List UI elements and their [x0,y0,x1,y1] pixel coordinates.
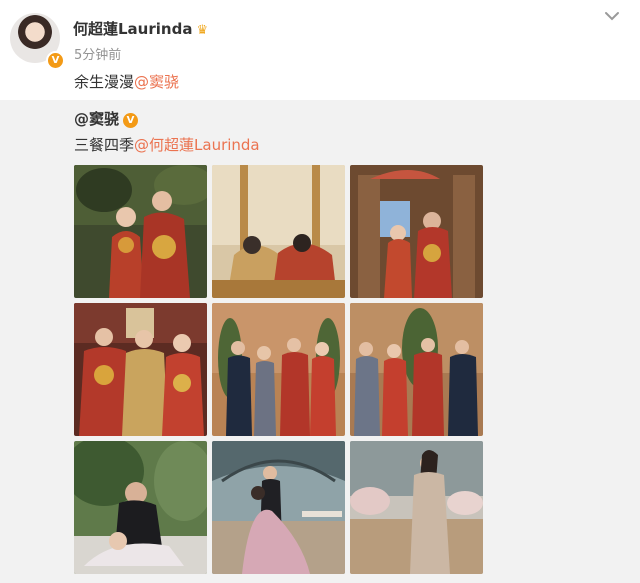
weibo-post: V 何超蓮Laurinda ♛ 5分钟前 余生漫漫@窦骁 [0,0,640,100]
repost-text: 三餐四季@何超蓮Laurinda [74,134,260,155]
wedding-photo-9[interactable] [350,441,483,574]
wedding-photo-1[interactable] [74,165,207,298]
repost-text-body: 三餐四季 [74,136,135,154]
post-time: 5分钟前 [74,48,122,63]
wedding-photo-5[interactable] [212,303,345,436]
crown-icon: ♛ [196,23,209,38]
wedding-photo-8[interactable] [212,441,345,574]
chevron-down-icon[interactable] [603,7,621,25]
post-text: 余生漫漫@窦骁 [74,71,179,92]
repost-mention-link[interactable]: @何超蓮Laurinda [134,136,260,154]
verified-badge-icon: V [123,113,139,128]
repost-author-name[interactable]: @窦骁 [74,110,119,128]
repost-author[interactable]: @窦骁 V [74,108,139,129]
wedding-photo-7[interactable] [74,441,207,574]
wedding-photo-2[interactable] [212,165,345,298]
post-mention-link[interactable]: @窦骁 [134,73,179,91]
verified-badge-icon: V [46,51,65,70]
wedding-photo-4[interactable] [74,303,207,436]
wedding-photo-6[interactable] [350,303,483,436]
post-author[interactable]: 何超蓮Laurinda ♛ [73,18,208,39]
wedding-photo-3[interactable] [350,165,483,298]
post-author-name[interactable]: 何超蓮Laurinda [73,20,192,38]
post-text-body: 余生漫漫 [74,73,135,91]
repost-container: @窦骁 V 三餐四季@何超蓮Laurinda [0,100,640,583]
